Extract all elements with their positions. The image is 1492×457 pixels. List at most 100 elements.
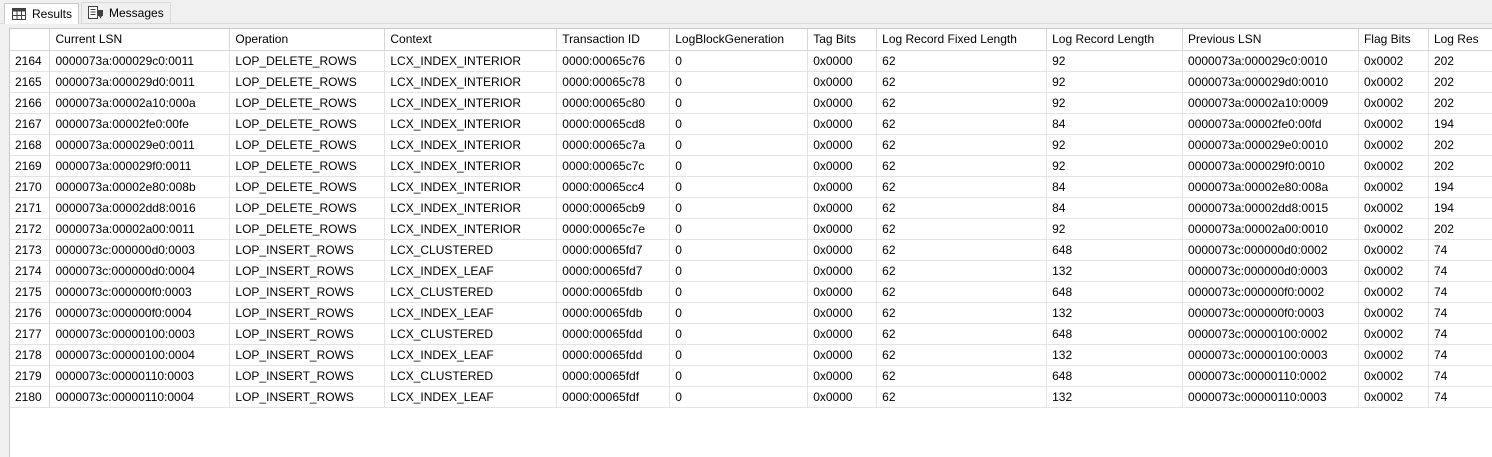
grid-cell[interactable]: 0000073c:00000100:0003 xyxy=(1182,344,1359,366)
grid-cell[interactable]: 0x0002 xyxy=(1358,218,1429,240)
grid-cell[interactable]: LOP_DELETE_ROWS xyxy=(229,176,386,198)
grid-cell[interactable]: 0000:00065fdf xyxy=(556,365,671,387)
grid-cell[interactable]: LCX_INDEX_INTERIOR xyxy=(384,113,558,135)
grid-cell[interactable]: 194 xyxy=(1428,113,1492,135)
table-row[interactable]: 2165 0000073a:000029d0:0011 LOP_DELETE_ROW… xyxy=(10,71,1492,93)
table-row[interactable]: 2171 0000073a:00002dd8:0016 LOP_DELETE_ROW… xyxy=(10,197,1492,219)
row-number[interactable]: 2169 xyxy=(10,155,51,177)
grid-cell[interactable]: 0 xyxy=(669,386,809,408)
row-number[interactable]: 2164 xyxy=(10,50,51,72)
table-row[interactable]: 2169 0000073a:000029f0:0011 LOP_DELETE_ROW… xyxy=(10,155,1492,177)
grid-cell[interactable]: 74 xyxy=(1428,239,1492,261)
grid-cell[interactable]: 0x0000 xyxy=(807,50,878,72)
grid-cell[interactable]: 0000073a:00002e80:008a xyxy=(1182,176,1359,198)
table-row[interactable]: 2168 0000073a:000029e0:0011 LOP_DELETE_ROW… xyxy=(10,134,1492,156)
grid-cell[interactable]: 0000073c:000000d0:0003 xyxy=(1182,260,1359,282)
grid-cell[interactable]: LCX_INDEX_LEAF xyxy=(384,302,558,324)
grid-cell[interactable]: 0000073a:000029f0:0011 xyxy=(49,155,231,177)
grid-cell[interactable]: 0000073a:000029e0:0010 xyxy=(1182,134,1359,156)
table-row[interactable]: 2172 0000073a:00002a00:0011 LOP_DELETE_ROW… xyxy=(10,218,1492,240)
row-number[interactable]: 2168 xyxy=(10,134,51,156)
grid-cell[interactable]: 0000073c:00000100:0002 xyxy=(1182,323,1359,345)
column-header[interactable]: Operation xyxy=(229,29,386,51)
grid-cell[interactable]: 92 xyxy=(1046,155,1184,177)
grid-cell[interactable]: 0000073a:000029c0:0010 xyxy=(1182,50,1359,72)
grid-cell[interactable]: 0000073c:00000110:0002 xyxy=(1182,365,1359,387)
grid-cell[interactable]: 0000:00065cb9 xyxy=(556,197,671,219)
grid-cell[interactable]: 0000073a:000029d0:0011 xyxy=(49,71,231,93)
grid-cell[interactable]: 0x0000 xyxy=(807,302,878,324)
grid-cell[interactable]: 648 xyxy=(1046,365,1184,387)
grid-cell[interactable]: 648 xyxy=(1046,239,1184,261)
grid-cell[interactable]: LCX_INDEX_INTERIOR xyxy=(384,92,558,114)
grid-cell[interactable]: 0x0002 xyxy=(1358,134,1429,156)
grid-cell[interactable]: 0 xyxy=(669,323,809,345)
grid-cell[interactable]: 74 xyxy=(1428,386,1492,408)
grid-cell[interactable]: 0x0000 xyxy=(807,281,878,303)
grid-cell[interactable]: 0000073a:00002e80:008b xyxy=(49,176,231,198)
grid-cell[interactable]: 62 xyxy=(876,386,1048,408)
grid-cell[interactable]: 0000:00065fdf xyxy=(556,386,671,408)
grid-cell[interactable]: 0 xyxy=(669,134,809,156)
grid-cell[interactable]: LOP_DELETE_ROWS xyxy=(229,134,386,156)
tab-results[interactable]: Results xyxy=(4,3,80,24)
grid-cell[interactable]: 0x0002 xyxy=(1358,239,1429,261)
row-number[interactable]: 2170 xyxy=(10,176,51,198)
grid-cell[interactable]: LCX_CLUSTERED xyxy=(384,239,558,261)
column-header[interactable]: Tag Bits xyxy=(807,29,878,51)
grid-cell[interactable]: 0 xyxy=(669,113,809,135)
grid-cell[interactable]: 0x0000 xyxy=(807,323,878,345)
grid-cell[interactable]: 0 xyxy=(669,92,809,114)
grid-cell[interactable]: 0000073a:000029e0:0011 xyxy=(49,134,231,156)
grid-cell[interactable]: 0 xyxy=(669,197,809,219)
grid-cell[interactable]: 0000073c:000000f0:0004 xyxy=(49,302,231,324)
grid-cell[interactable]: 0000:00065fdd xyxy=(556,323,671,345)
table-row[interactable]: 2176 0000073c:000000f0:0004 LOP_INSERT_ROW… xyxy=(10,302,1492,324)
grid-cell[interactable]: 0000073a:00002fe0:00fd xyxy=(1182,113,1359,135)
grid-cell[interactable]: 0 xyxy=(669,155,809,177)
grid-cell[interactable]: 0 xyxy=(669,71,809,93)
row-number-header[interactable] xyxy=(10,29,51,51)
grid-cell[interactable]: 0x0000 xyxy=(807,218,878,240)
grid-cell[interactable]: 0000073a:000029c0:0011 xyxy=(49,50,231,72)
grid-cell[interactable]: LCX_INDEX_INTERIOR xyxy=(384,218,558,240)
grid-cell[interactable]: LCX_INDEX_INTERIOR xyxy=(384,71,558,93)
grid-cell[interactable]: 132 xyxy=(1046,302,1184,324)
grid-cell[interactable]: 92 xyxy=(1046,134,1184,156)
grid-cell[interactable]: 0000073a:00002fe0:00fe xyxy=(49,113,231,135)
grid-cell[interactable]: 0x0002 xyxy=(1358,260,1429,282)
grid-cell[interactable]: 0000:00065c76 xyxy=(556,50,671,72)
grid-cell[interactable]: LCX_INDEX_INTERIOR xyxy=(384,50,558,72)
grid-cell[interactable]: 0000:00065fdb xyxy=(556,302,671,324)
table-row[interactable]: 2170 0000073a:00002e80:008b LOP_DELETE_ROW… xyxy=(10,176,1492,198)
table-row[interactable]: 2175 0000073c:000000f0:0003 LOP_INSERT_ROW… xyxy=(10,281,1492,303)
grid-cell[interactable]: 0x0000 xyxy=(807,386,878,408)
grid-cell[interactable]: 0x0000 xyxy=(807,113,878,135)
table-row[interactable]: 2179 0000073c:00000110:0003 LOP_INSERT_ROW… xyxy=(10,365,1492,387)
grid-cell[interactable]: 74 xyxy=(1428,365,1492,387)
grid-cell[interactable]: 92 xyxy=(1046,218,1184,240)
column-header[interactable]: Log Res xyxy=(1428,29,1492,51)
grid-cell[interactable]: 0x0000 xyxy=(807,260,878,282)
row-number[interactable]: 2171 xyxy=(10,197,51,219)
grid-cell[interactable]: 0x0000 xyxy=(807,344,878,366)
grid-cell[interactable]: 0000073c:000000d0:0003 xyxy=(49,239,231,261)
column-header[interactable]: Flag Bits xyxy=(1358,29,1429,51)
row-number[interactable]: 2178 xyxy=(10,344,51,366)
table-row[interactable]: 2167 0000073a:00002fe0:00fe LOP_DELETE_ROW… xyxy=(10,113,1492,135)
grid-cell[interactable]: LCX_CLUSTERED xyxy=(384,365,558,387)
column-header[interactable]: LogBlockGeneration xyxy=(669,29,809,51)
grid-cell[interactable]: 0000:00065fd7 xyxy=(556,260,671,282)
grid-cell[interactable]: 0x0000 xyxy=(807,239,878,261)
table-row[interactable]: 2174 0000073c:000000d0:0004 LOP_INSERT_ROW… xyxy=(10,260,1492,282)
grid-cell[interactable]: 648 xyxy=(1046,281,1184,303)
grid-cell[interactable]: 0000073c:000000f0:0003 xyxy=(49,281,231,303)
grid-cell[interactable]: LOP_DELETE_ROWS xyxy=(229,113,386,135)
results-grid[interactable]: Current LSN Operation Context Transaction I… xyxy=(9,28,1492,457)
row-number[interactable]: 2175 xyxy=(10,281,51,303)
grid-cell[interactable]: 62 xyxy=(876,260,1048,282)
grid-cell[interactable]: 132 xyxy=(1046,386,1184,408)
row-number[interactable]: 2167 xyxy=(10,113,51,135)
grid-cell[interactable]: LCX_INDEX_INTERIOR xyxy=(384,155,558,177)
grid-cell[interactable]: LOP_INSERT_ROWS xyxy=(229,344,386,366)
